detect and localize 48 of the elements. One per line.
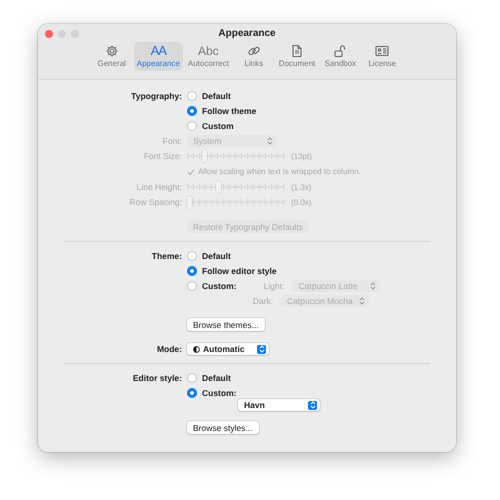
section-label: Editor style:: [132, 373, 182, 383]
toolbar-tab[interactable]: Links: [234, 42, 274, 71]
section-label: Typography:: [130, 91, 182, 101]
field-label: Row Spacing:: [128, 197, 182, 207]
browse-themes-button[interactable]: Browse themes...: [187, 318, 265, 331]
stepper-icon: [308, 400, 317, 410]
document-icon: [290, 44, 304, 58]
slider-reading: (1.3x): [291, 182, 312, 192]
radio-option[interactable]: Custom:: [187, 387, 456, 399]
letters-icon: Abc: [198, 44, 219, 58]
editor-style-popup[interactable]: Havn: [238, 399, 320, 411]
unlocked-padlock-icon: [333, 44, 348, 58]
stepper-icon: [257, 344, 266, 354]
letters-icon: AA: [150, 44, 166, 58]
settings-icon: [104, 44, 119, 58]
section-label: Theme:: [150, 251, 182, 261]
radio-option[interactable]: Follow theme: [187, 105, 456, 117]
field-label: Line Height:: [136, 182, 182, 192]
radio-option[interactable]: Default: [187, 250, 456, 262]
field-label: Font Size:: [142, 151, 182, 161]
link-icon: [246, 44, 261, 58]
toolbar-tab[interactable]: License: [362, 42, 402, 71]
window-title: Appearance: [218, 28, 276, 39]
toolbar-tab[interactable]: Sandbox: [320, 42, 360, 71]
stepper-icon: [357, 296, 366, 306]
toolbar-tab[interactable]: General: [92, 42, 132, 71]
radio-option[interactable]: Default: [187, 90, 456, 102]
mode-popup[interactable]: Automatic: [187, 343, 269, 355]
section-label: Mode:: [156, 344, 182, 354]
slider-reading: (0.0x): [291, 198, 312, 206]
field-label: Dark:: [252, 296, 273, 306]
stepper-icon: [265, 136, 274, 146]
toolbar-tab[interactable]: Abc Autocorrect: [184, 42, 232, 71]
radio-option[interactable]: Custom: [187, 120, 456, 132]
radio-option[interactable]: Custom:: [187, 280, 236, 292]
slider-reading: (13pt): [291, 152, 312, 160]
close-button[interactable]: [45, 30, 53, 38]
radio-option[interactable]: Default: [187, 372, 456, 384]
mode-value: Automatic: [203, 344, 245, 354]
stepper-icon: [368, 282, 378, 290]
field-label: Light:: [262, 281, 284, 291]
field-label: Font:: [162, 136, 182, 146]
toolbar-tab[interactable]: Document: [276, 42, 318, 71]
browse-styles-button[interactable]: Browse styles...: [187, 421, 259, 434]
id-card-icon: [375, 44, 390, 58]
radio-option[interactable]: Follow editor style: [187, 265, 456, 277]
half-circle-icon: [193, 346, 200, 352]
slider-track[interactable]: [187, 150, 285, 162]
